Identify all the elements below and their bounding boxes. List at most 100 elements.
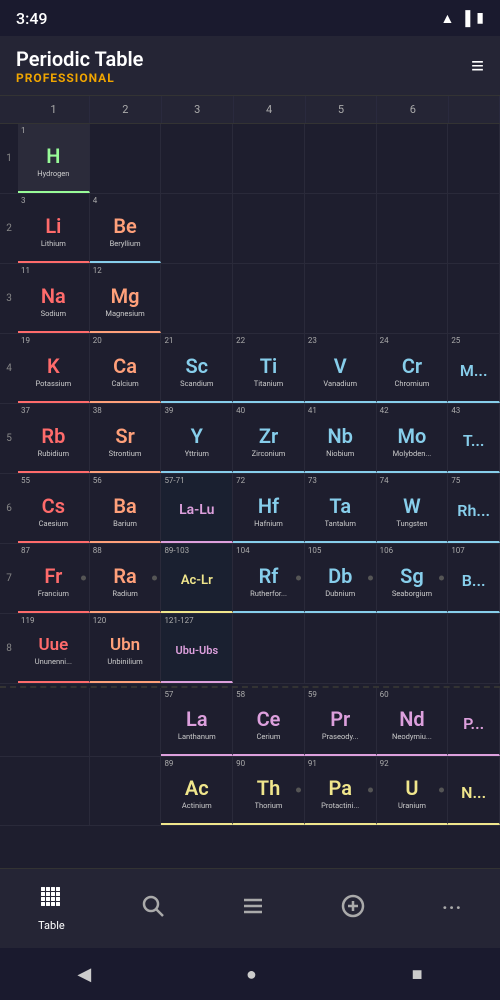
element-Mg[interactable]: 12 Mg Magnesium [90,264,162,333]
table-icon [39,885,63,915]
element-Rf[interactable]: 104 Rf Rutherfor... [233,544,305,613]
nav-table[interactable]: Table [22,877,81,940]
element-Pa[interactable]: 91 Pa Protactini... [305,757,377,825]
element-Ra[interactable]: 88 Ra Radium [90,544,162,613]
element-Y[interactable]: 39 Y Yttrium [161,404,233,473]
element-Bh-partial[interactable]: 107 B... [448,544,500,613]
atomic-num-Ra: 88 [93,546,102,555]
atomic-num-Be: 4 [93,196,98,205]
element-Na[interactable]: 11 Na Sodium [18,264,90,333]
name-Sg: Seaborgium [392,589,432,598]
dot-Pa [368,788,373,793]
element-Be[interactable]: 4 Be Beryllium [90,194,162,263]
lanthanide-row: 57 La Lanthanum 58 Ce Cerium 59 Pr Prase… [0,686,500,757]
element-Ac[interactable]: 89 Ac Actinium [161,757,233,825]
col-header-4: 4 [234,96,306,123]
element-Fr[interactable]: 87 Fr Francium [18,544,90,613]
lanthanide-placeholder[interactable]: 57-71 La-Lu [161,474,233,543]
symbol-Tc: T... [463,431,485,450]
symbol-Cs: Cs [42,494,65,518]
element-Hf[interactable]: 72 Hf Hafnium [233,474,305,543]
atomic-num-Ba: 56 [93,476,102,485]
name-Rb: Rubidium [38,449,70,458]
element-Sg[interactable]: 106 Sg Seaborgium [377,544,449,613]
element-Sr[interactable]: 38 Sr Strontium [90,404,162,473]
element-La[interactable]: 57 La Lanthanum [161,688,233,756]
atomic-num-Db: 105 [308,546,322,555]
element-H[interactable]: 1 H Hydrogen [18,124,90,193]
element-Cs[interactable]: 55 Cs Caesium [18,474,90,543]
element-Mn-partial[interactable]: 25 M... [448,334,500,403]
status-icons: ▲ ▐ ▮ [441,10,485,27]
name-Ca: Calcium [111,379,138,388]
element-Mo[interactable]: 42 Mo Molybden... [377,404,449,473]
element-Ubn[interactable]: 120 Ubn Unbinilium [90,614,162,683]
element-Ca[interactable]: 20 Ca Calcium [90,334,162,403]
search-icon [141,894,165,924]
element-Db[interactable]: 105 Db Dubnium [305,544,377,613]
element-Zr[interactable]: 40 Zr Zirconium [233,404,305,473]
dot-Th [296,788,301,793]
element-Th[interactable]: 90 Th Thorium [233,757,305,825]
nav-more[interactable]: ··· [425,888,477,930]
atomic-num-Rf: 104 [236,546,250,555]
empty-cell [90,688,162,756]
element-Pr[interactable]: 59 Pr Praseody... [305,688,377,756]
atomic-num-Nb: 41 [308,406,317,415]
element-Ce[interactable]: 58 Ce Cerium [233,688,305,756]
element-U[interactable]: 92 U Uranium [377,757,449,825]
element-Rb[interactable]: 37 Rb Rubidium [18,404,90,473]
symbol-Uue: Uue [38,635,68,655]
col-header-extra [449,96,500,123]
element-Ta[interactable]: 73 Ta Tantalum [305,474,377,543]
atomic-num-Sc: 21 [164,336,173,345]
empty-cell [305,194,377,263]
atomic-num-Sr: 38 [93,406,102,415]
home-button[interactable]: ● [238,956,265,993]
element-Sc[interactable]: 21 Sc Scandium [161,334,233,403]
atomic-num-Sg: 106 [380,546,394,555]
app-title: Periodic Table [16,47,143,71]
nav-add[interactable] [325,886,381,932]
ubu-placeholder[interactable]: 121-127 Ubu-Ubs [161,614,233,683]
filter-icon[interactable]: ≡ [471,53,484,79]
element-Nb[interactable]: 41 Nb Niobium [305,404,377,473]
atomic-num-Pa: 91 [308,759,317,768]
symbol-Ra: Ra [113,564,136,588]
element-Tc-partial[interactable]: 43 T... [448,404,500,473]
name-Li: Lithium [41,239,66,248]
element-Np-partial[interactable]: N... [448,757,500,825]
element-Re-partial[interactable]: 75 Rh... [448,474,500,543]
period-row-8: 8 119 Uue Ununenni... 120 Ubn Unbinilium… [0,614,500,684]
element-Nd[interactable]: 60 Nd Neodymiu... [377,688,449,756]
row-label-6: 6 [0,474,18,543]
symbol-Ba: Ba [113,494,136,518]
symbol-W: W [403,494,421,518]
periodic-table-grid: 1 1 H Hydrogen 2 3 Li Lithium 4 Be [0,124,500,826]
recent-button[interactable]: ■ [404,956,431,993]
nav-search[interactable] [125,886,181,932]
name-Nd: Neodymiu... [392,732,432,741]
element-Cr[interactable]: 24 Cr Chromium [377,334,449,403]
nav-list[interactable] [225,886,281,932]
element-Pm-partial[interactable]: P... [448,688,500,756]
name-K: Potassium [35,379,71,388]
element-Uue[interactable]: 119 Uue Ununenni... [18,614,90,683]
empty-cell [448,124,500,193]
element-K[interactable]: 19 K Potassium [18,334,90,403]
element-V[interactable]: 23 V Vanadium [305,334,377,403]
element-Li[interactable]: 3 Li Lithium [18,194,90,263]
row-label-8: 8 [0,614,18,683]
name-Cs: Caesium [39,519,68,528]
element-Ti[interactable]: 22 Ti Titanium [233,334,305,403]
symbol-Hf: Hf [258,494,279,518]
element-Ba[interactable]: 56 Ba Barium [90,474,162,543]
row-label-la [0,688,18,756]
symbol-Mg: Mg [111,284,140,308]
symbol-Pm: P... [463,714,484,733]
back-button[interactable]: ◀ [69,956,99,993]
symbol-Mn: M... [460,361,488,380]
atomic-num-La-Lu: 57-71 [164,476,184,485]
element-W[interactable]: 74 W Tungsten [377,474,449,543]
actinide-placeholder[interactable]: 89-103 Ac-Lr [161,544,233,613]
